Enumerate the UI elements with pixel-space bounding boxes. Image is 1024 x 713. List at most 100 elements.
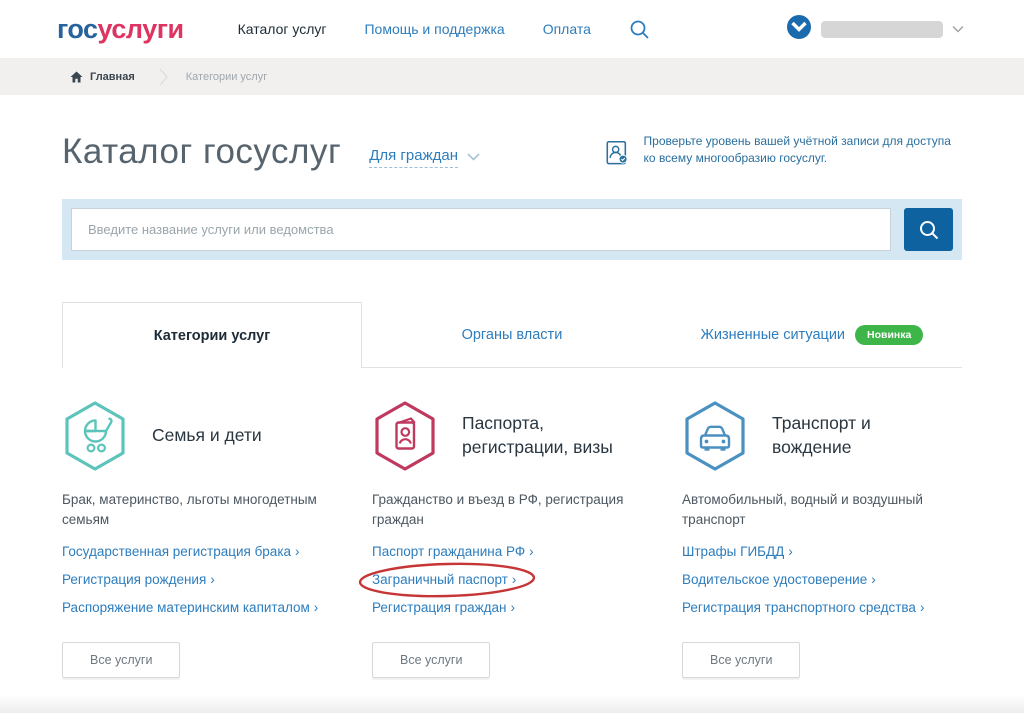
hero-row: Каталог госуслуг Для граждан Проверьте у… xyxy=(62,131,962,173)
category-title: Транспорт и вождение xyxy=(772,413,871,457)
search-input[interactable] xyxy=(71,208,891,251)
link-arrow: › xyxy=(919,600,925,615)
category-family-header[interactable]: Семья и дети xyxy=(62,400,342,472)
main-nav: Каталог услуг Помощь и поддержка Оплата xyxy=(238,19,650,40)
account-notice-text[interactable]: Проверьте уровень вашей учётной записи д… xyxy=(644,133,962,168)
tab-label: Органы власти xyxy=(461,327,563,343)
breadcrumb-current: Категории услуг xyxy=(185,70,268,83)
main-content: Каталог госуслуг Для граждан Проверьте у… xyxy=(62,131,962,678)
user-menu[interactable] xyxy=(786,14,964,45)
link-label: Распоряжение материнским капиталом xyxy=(62,600,310,615)
passport-icon xyxy=(375,401,435,471)
account-notice: Проверьте уровень вашей учётной записи д… xyxy=(606,133,962,173)
link-arrow: › xyxy=(210,572,215,587)
link-label: Штрафы ГИБДД xyxy=(682,544,785,559)
link-marriage-registration[interactable]: Государственная регистрация брака › xyxy=(62,544,300,559)
link-arrow: › xyxy=(295,544,300,559)
category-transport: Транспорт и вождение Автомобильный, водн… xyxy=(682,400,962,678)
link-maternal-capital[interactable]: Распоряжение материнским капиталом › xyxy=(62,600,318,615)
link-citizen-registration[interactable]: Регистрация граждан › xyxy=(372,600,515,615)
link-arrow: › xyxy=(313,600,319,615)
link-label: Водительское удостоверение xyxy=(682,572,868,587)
tab-label: Категории услуг xyxy=(153,327,271,344)
link-arrow: › xyxy=(510,600,515,615)
new-badge: Новинка xyxy=(855,325,924,345)
link-item: Регистрация рождения › xyxy=(62,571,342,589)
logo-text-blue: гос xyxy=(57,13,98,44)
tab-authorities[interactable]: Органы власти xyxy=(362,302,662,368)
search-button[interactable] xyxy=(904,208,953,251)
breadcrumb-separator-icon xyxy=(159,68,168,86)
category-description: Брак, материнство, льготы многодетным се… xyxy=(62,492,317,527)
tab-life-situations[interactable]: Жизненные ситуации Новинка xyxy=(662,302,962,368)
search-section xyxy=(62,199,962,260)
car-icon xyxy=(685,401,745,471)
link-item: Регистрация транспортного средства › xyxy=(682,599,962,617)
category-transport-header[interactable]: Транспорт и вождение xyxy=(682,400,962,472)
link-birth-registration[interactable]: Регистрация рождения › xyxy=(62,572,215,587)
stroller-icon xyxy=(65,401,125,471)
category-links: Паспорт гражданина РФ › Заграничный паспо… xyxy=(358,543,652,617)
link-label: Регистрация рождения xyxy=(62,572,207,587)
home-icon xyxy=(70,71,83,82)
header: госуслуги Каталог услуг Помощь и поддерж… xyxy=(0,0,1024,58)
logo-text-red: услуги xyxy=(97,13,185,44)
nav-catalog[interactable]: Каталог услуг xyxy=(238,21,327,37)
chevron-down-icon xyxy=(467,153,480,161)
nav-help[interactable]: Помощь и поддержка xyxy=(364,21,504,37)
category-family: Семья и дети Брак, материнство, льготы м… xyxy=(62,400,342,678)
link-item: Водительское удостоверение › xyxy=(682,571,962,589)
all-services-button[interactable]: Все услуги xyxy=(372,642,491,678)
link-item: Штрафы ГИБДД › xyxy=(682,543,962,561)
category-title: Семья и дети xyxy=(152,425,262,446)
breadcrumb-home-label: Главная xyxy=(90,70,135,83)
audience-selector-label: Для граждан xyxy=(369,147,458,168)
tabs: Категории услуг Органы власти Жизненные … xyxy=(62,302,962,368)
account-level-icon xyxy=(606,140,628,165)
user-name-redacted xyxy=(821,20,943,38)
audience-selector[interactable]: Для граждан xyxy=(369,147,480,168)
link-label: Заграничный паспорт xyxy=(372,572,508,587)
chevron-down-icon xyxy=(952,20,964,38)
all-services-button[interactable]: Все услуги xyxy=(62,642,181,678)
category-links: Штрафы ГИБДД › Водительское удостоверение… xyxy=(682,543,962,617)
link-label: Регистрация граждан xyxy=(372,600,507,615)
category-links: Государственная регистрация брака › Регис… xyxy=(62,543,342,617)
link-item: Паспорт гражданина РФ › xyxy=(372,543,652,561)
category-passports: Паспорта, регистрации, визы Гражданство … xyxy=(358,400,652,678)
breadcrumb: Главная Категории услуг xyxy=(0,58,1024,95)
link-item: Государственная регистрация брака › xyxy=(62,543,342,561)
categories-grid: Семья и дети Брак, материнство, льготы м… xyxy=(62,400,962,678)
link-foreign-passport[interactable]: Заграничный паспорт › xyxy=(372,572,516,587)
link-label: Паспорт гражданина РФ xyxy=(372,544,526,559)
nav-payment[interactable]: Оплата xyxy=(543,21,591,37)
link-arrow: › xyxy=(529,544,534,559)
link-label: Регистрация транспортного средства xyxy=(682,600,916,615)
link-arrow: › xyxy=(871,572,876,587)
link-item: Заграничный паспорт › xyxy=(358,562,652,598)
category-title: Паспорта, регистрации, визы xyxy=(462,413,613,457)
link-label: Государственная регистрация брака xyxy=(62,544,292,559)
tab-categories[interactable]: Категории услуг xyxy=(62,302,362,368)
all-services-button[interactable]: Все услуги xyxy=(682,642,801,678)
category-passports-header[interactable]: Паспорта, регистрации, визы xyxy=(372,400,652,472)
page-bottom-strip xyxy=(0,695,1024,713)
link-arrow: › xyxy=(511,572,517,587)
search-icon xyxy=(919,220,938,239)
link-rf-passport[interactable]: Паспорт гражданина РФ › xyxy=(372,544,534,559)
page-title: Каталог госуслуг xyxy=(62,132,342,171)
search-icon[interactable] xyxy=(629,19,650,40)
logo[interactable]: госуслуги xyxy=(57,14,184,45)
link-item: Распоряжение материнским капиталом › xyxy=(62,599,342,617)
category-description: Гражданство и въезд в РФ, регистрация гр… xyxy=(372,492,624,527)
link-vehicle-registration[interactable]: Регистрация транспортного средства › xyxy=(682,600,924,615)
breadcrumb-home[interactable]: Главная xyxy=(70,71,135,83)
category-description: Автомобильный, водный и воздушный трансп… xyxy=(682,492,923,527)
link-item: Регистрация граждан › xyxy=(372,599,652,617)
gosuslugi-catalog-page: госуслуги Каталог услуг Помощь и поддерж… xyxy=(0,0,1024,713)
tab-label: Жизненные ситуации xyxy=(700,327,846,343)
link-drivers-license[interactable]: Водительское удостоверение › xyxy=(682,572,876,587)
link-traffic-fines[interactable]: Штрафы ГИБДД › xyxy=(682,544,793,559)
link-arrow: › xyxy=(788,544,793,559)
user-avatar-icon xyxy=(786,14,812,45)
